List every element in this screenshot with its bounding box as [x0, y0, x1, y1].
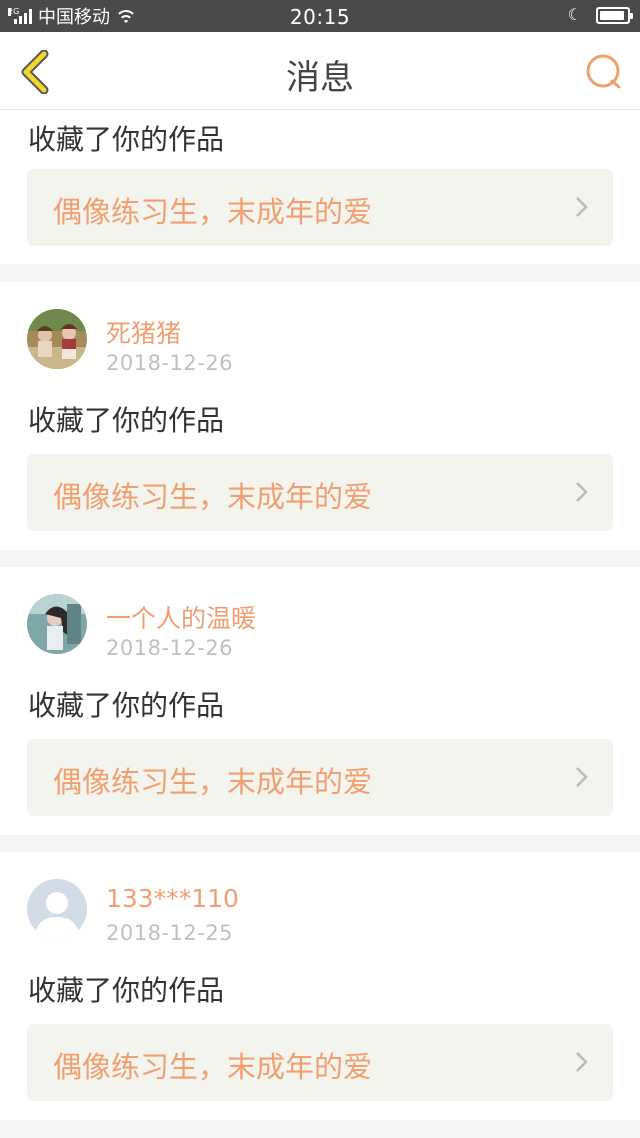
- chevron-right-icon: [576, 767, 588, 787]
- avatar[interactable]: [27, 879, 87, 939]
- work-link[interactable]: 偶像练习生，末成年的爱: [27, 454, 613, 531]
- username[interactable]: 死猪猪: [106, 314, 181, 350]
- chevron-right-icon: [576, 482, 588, 502]
- status-right: ☾: [567, 5, 633, 24]
- message-action: 收藏了你的作品: [28, 404, 225, 437]
- chevron-right-icon: [576, 197, 588, 217]
- avatar[interactable]: [27, 594, 87, 654]
- battery-icon: [596, 6, 633, 24]
- work-title: 偶像练习生，末成年的爱: [53, 1050, 373, 1084]
- username[interactable]: 133***110: [106, 884, 239, 913]
- message-card: 收藏了你的作品 偶像练习生，末成年的爱: [0, 110, 640, 264]
- nav-header: 消息: [0, 32, 640, 110]
- message-date: 2018-12-25: [106, 921, 234, 945]
- message-card: 死猪猪 2018-12-26 收藏了你的作品 偶像练习生，末成年的爱: [0, 282, 640, 550]
- work-title: 偶像练习生，末成年的爱: [53, 765, 373, 799]
- search-icon[interactable]: [584, 52, 624, 92]
- message-action: 收藏了你的作品: [28, 123, 225, 156]
- moon-icon: ☾: [567, 5, 582, 24]
- work-title: 偶像练习生，末成年的爱: [53, 195, 373, 229]
- work-link[interactable]: 偶像练习生，末成年的爱: [27, 739, 613, 816]
- avatar[interactable]: [27, 309, 87, 369]
- message-date: 2018-12-26: [106, 351, 234, 375]
- work-link[interactable]: 偶像练习生，末成年的爱: [27, 1024, 613, 1101]
- message-action: 收藏了你的作品: [28, 689, 225, 722]
- work-link[interactable]: 偶像练习生，末成年的爱: [27, 169, 613, 246]
- status-time: 20:15: [289, 5, 351, 29]
- message-date: 2018-12-26: [106, 636, 234, 660]
- message-action: 收藏了你的作品: [28, 974, 225, 1007]
- chevron-right-icon: [576, 1052, 588, 1072]
- username[interactable]: 一个人的温暖: [106, 599, 256, 635]
- message-card: 133***110 2018-12-25 收藏了你的作品 偶像练习生，末成年的爱: [0, 852, 640, 1120]
- page-title: 消息: [286, 58, 354, 98]
- status-bar: 2G 中国移动 20:15 ☾: [0, 0, 640, 32]
- message-card: 一个人的温暖 2018-12-26 收藏了你的作品 偶像练习生，末成年的爱: [0, 567, 640, 835]
- work-title: 偶像练习生，末成年的爱: [53, 480, 373, 514]
